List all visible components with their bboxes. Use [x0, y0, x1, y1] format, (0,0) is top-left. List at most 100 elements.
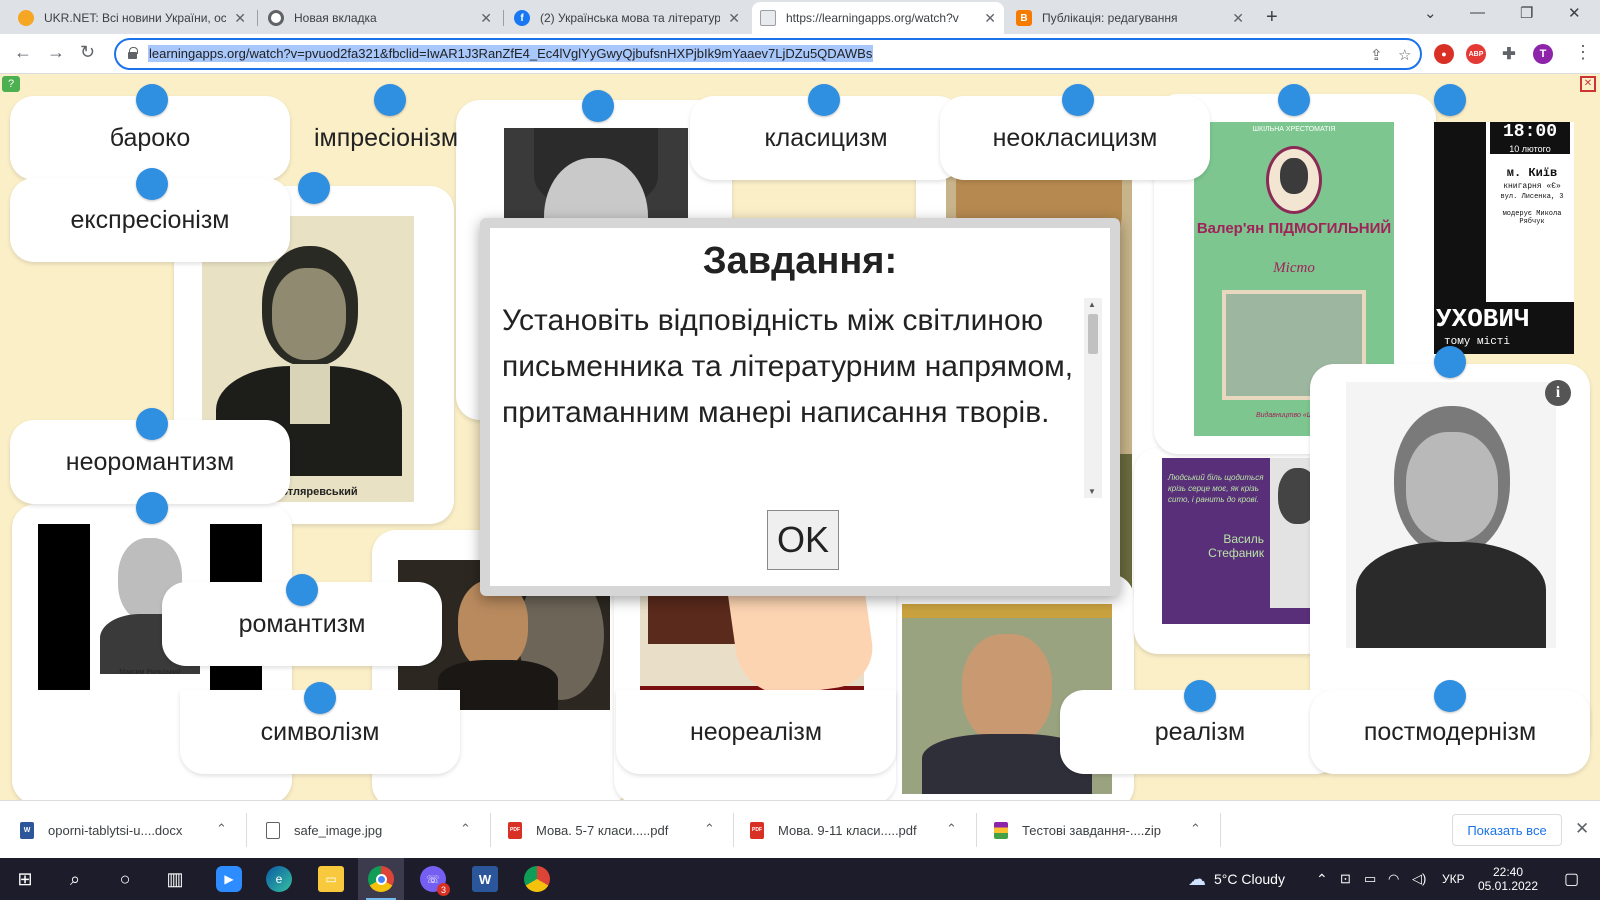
shevchenko-portrait [1346, 382, 1556, 648]
battery-icon[interactable]: ▭ [1364, 858, 1376, 900]
info-icon[interactable]: i [1545, 380, 1571, 406]
zoom-app-icon[interactable]: ▶ [216, 866, 242, 892]
photo-card-andrukhovych-poster[interactable]: 18:00 10 лютого м. Київ книгарня «Є» вул… [1434, 122, 1574, 354]
chrome-canary-icon[interactable] [524, 866, 550, 892]
edge-browser-icon[interactable]: e [266, 866, 292, 892]
connector-dot[interactable] [1278, 84, 1310, 116]
task-dialog-text: Установіть відповідність між світлиною п… [502, 304, 1074, 429]
label-card-neorealism[interactable]: неореалізм [616, 690, 896, 774]
connector-dot[interactable] [136, 168, 168, 200]
connector-dot[interactable] [1434, 346, 1466, 378]
volume-icon[interactable]: ◁) [1412, 858, 1426, 900]
show-all-downloads-button[interactable]: Показать все [1452, 814, 1562, 846]
task-view-icon[interactable]: ▥ [162, 866, 188, 892]
tab-learningapps[interactable]: https://learningapps.org/watch?v ✕ [752, 2, 1004, 34]
minimize-icon[interactable]: — [1470, 4, 1485, 21]
close-icon[interactable]: ✕ [728, 10, 740, 27]
chevron-up-icon[interactable]: ⌃ [460, 821, 471, 837]
tab-new[interactable]: Новая вкладка ✕ [260, 2, 500, 34]
close-icon[interactable]: ✕ [1232, 10, 1244, 27]
download-item[interactable]: PDF Мова. 9-11 класи.....pdf ⌃ [750, 801, 972, 859]
pdf-file-icon: PDF [750, 821, 764, 839]
profile-avatar[interactable]: T [1533, 44, 1553, 64]
address-bar[interactable]: learningapps.org/watch?v=pvuod2fa321&fbc… [114, 38, 1422, 70]
download-item[interactable]: safe_image.jpg ⌃ [266, 801, 486, 859]
ok-button[interactable]: OK [767, 510, 839, 570]
close-downloads-icon[interactable]: ✕ [1575, 819, 1589, 839]
forward-arrow-icon[interactable]: → [47, 42, 65, 63]
download-name: Мова. 9-11 класи.....pdf [778, 822, 917, 838]
tab-facebook[interactable]: f (2) Українська мова та літератур ✕ [506, 2, 748, 34]
bookmark-star-icon[interactable]: ☆ [1398, 46, 1411, 64]
task-dialog-title: Завдання: [702, 240, 898, 282]
label-text: експресіонізм [70, 205, 230, 234]
connector-dot[interactable] [374, 84, 406, 116]
connector-dot[interactable] [304, 682, 336, 714]
notifications-icon[interactable]: ▢ [1564, 858, 1579, 900]
connector-dot[interactable] [136, 492, 168, 524]
window-close-icon[interactable]: ✕ [1568, 4, 1581, 22]
tab-title: (2) Українська мова та літератур [540, 11, 721, 25]
task-dialog: Завдання: Установіть відповідність між с… [480, 218, 1120, 596]
maximize-icon[interactable]: ❐ [1520, 4, 1533, 22]
chevron-up-icon[interactable]: ⌃ [1190, 821, 1201, 837]
connector-dot[interactable] [298, 172, 330, 204]
clock[interactable]: 22:40 05.01.2022 [1478, 858, 1538, 900]
connector-dot[interactable] [1184, 680, 1216, 712]
connector-dot[interactable] [1434, 680, 1466, 712]
close-icon[interactable]: ✕ [480, 10, 492, 27]
scroll-up-icon[interactable]: ▲ [1088, 300, 1096, 309]
reload-icon[interactable]: ↻ [80, 42, 95, 63]
downloads-bar: W oporni-tablytsi-u....docx ⌃ safe_image… [0, 800, 1600, 858]
download-item[interactable]: W oporni-tablytsi-u....docx ⌃ [20, 801, 240, 859]
connector-dot[interactable] [136, 408, 168, 440]
label-text: неоромантизм [65, 447, 235, 476]
stefanyk-poster: Людський біль щодиться крізь серце моє, … [1162, 458, 1328, 624]
search-icon[interactable]: ⌕ [62, 866, 88, 892]
connector-dot[interactable] [1434, 84, 1466, 116]
connector-dot[interactable] [286, 574, 318, 606]
viber-icon[interactable]: ☏ 3 [420, 866, 450, 896]
label-text: неореалізм [689, 717, 823, 746]
weather-widget[interactable]: ☁ 5°C Cloudy [1188, 858, 1285, 900]
wifi-icon[interactable]: ◠ [1388, 858, 1399, 900]
chevron-up-icon[interactable]: ⌃ [216, 821, 227, 837]
fullscreen-icon[interactable]: ✕ [1580, 76, 1596, 92]
scroll-down-icon[interactable]: ▼ [1088, 487, 1096, 496]
connector-dot[interactable] [1062, 84, 1094, 116]
label-text: класицизм [764, 123, 888, 152]
file-explorer-icon[interactable]: ▭ [318, 866, 344, 892]
task-dialog-scrollbar[interactable]: ▲ ▼ [1084, 298, 1102, 498]
lock-icon[interactable] [128, 47, 138, 59]
windows-start-icon[interactable]: ⊞ [12, 866, 38, 892]
chrome-taskbar-button[interactable] [358, 858, 404, 900]
connector-dot[interactable] [582, 90, 614, 122]
tray-chevron-icon[interactable]: ⌃ [1316, 858, 1328, 900]
tray-device-icon[interactable]: ⊡ [1340, 858, 1351, 900]
word-app-icon[interactable]: W [472, 866, 498, 892]
chevron-up-icon[interactable]: ⌃ [704, 821, 715, 837]
tab-ukrnet[interactable]: UKR.NET: Всі новини України, ос ✕ [10, 2, 254, 34]
chevron-up-icon[interactable]: ⌃ [946, 821, 957, 837]
scrollbar-thumb[interactable] [1088, 314, 1098, 354]
extensions-puzzle-icon[interactable]: ✚ [1499, 44, 1519, 64]
cortana-icon[interactable]: ○ [112, 866, 138, 892]
tab-blogger[interactable]: B Публікація: редагування ✕ [1008, 2, 1252, 34]
learningapps-help-icon[interactable]: ? [2, 76, 20, 92]
download-item[interactable]: PDF Мова. 5-7 класи.....pdf ⌃ [508, 801, 728, 859]
tab-search-chevron-icon[interactable]: ⌄ [1424, 4, 1437, 22]
connector-dot[interactable] [808, 84, 840, 116]
connector-dot[interactable] [136, 84, 168, 116]
input-language[interactable]: УКР [1442, 858, 1465, 900]
share-icon[interactable]: ⇪ [1370, 46, 1383, 64]
close-icon[interactable]: ✕ [234, 10, 246, 27]
close-icon[interactable]: ✕ [984, 10, 996, 27]
photo-card-stefanyk[interactable]: Людський біль щодиться крізь серце моє, … [1134, 448, 1330, 654]
adblock-plus-icon[interactable]: ABP [1466, 44, 1486, 64]
new-tab-icon[interactable]: + [1266, 6, 1278, 29]
back-arrow-icon[interactable]: ← [14, 42, 32, 63]
url-text[interactable]: learningapps.org/watch?v=pvuod2fa321&fbc… [148, 45, 874, 62]
extension-red-shield-icon[interactable]: ● [1434, 44, 1454, 64]
download-item[interactable]: Тестові завдання-....zip ⌃ [994, 801, 1216, 859]
menu-dots-icon[interactable]: ⋮ [1574, 42, 1592, 63]
